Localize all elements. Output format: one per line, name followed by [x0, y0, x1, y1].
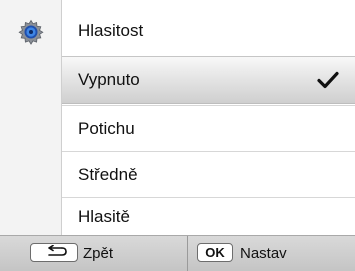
option-potichu[interactable]: Potichu [62, 105, 355, 151]
back-button[interactable] [30, 243, 78, 262]
volume-menu-screen: Hlasitost Vypnuto Potichu Středně Hlasit… [0, 0, 355, 271]
back-label: Zpět [83, 245, 114, 262]
volume-options-list: Hlasitost Vypnuto Potichu Středně Hlasit… [62, 0, 355, 235]
checkmark-icon [317, 71, 339, 89]
menu-title: Hlasitost [62, 8, 355, 54]
menu-title-text: Hlasitost [78, 21, 144, 40]
option-stredne[interactable]: Středně [62, 151, 355, 197]
category-column [0, 0, 62, 235]
ok-key-label: OK [205, 245, 225, 260]
option-hlasite[interactable]: Hlasitě [62, 197, 355, 235]
option-label: Vypnuto [78, 70, 140, 89]
option-label: Středně [78, 164, 138, 184]
back-arrow-icon [40, 244, 68, 260]
bottom-bar: Zpět OK Nastav [0, 235, 355, 271]
option-label: Potichu [78, 118, 135, 138]
bottom-bar-divider [187, 236, 188, 271]
ok-button[interactable]: OK [197, 243, 233, 262]
settings-icon [18, 19, 44, 45]
option-vypnuto[interactable]: Vypnuto [62, 56, 355, 104]
set-label: Nastav [240, 245, 287, 262]
option-label: Hlasitě [78, 206, 130, 226]
